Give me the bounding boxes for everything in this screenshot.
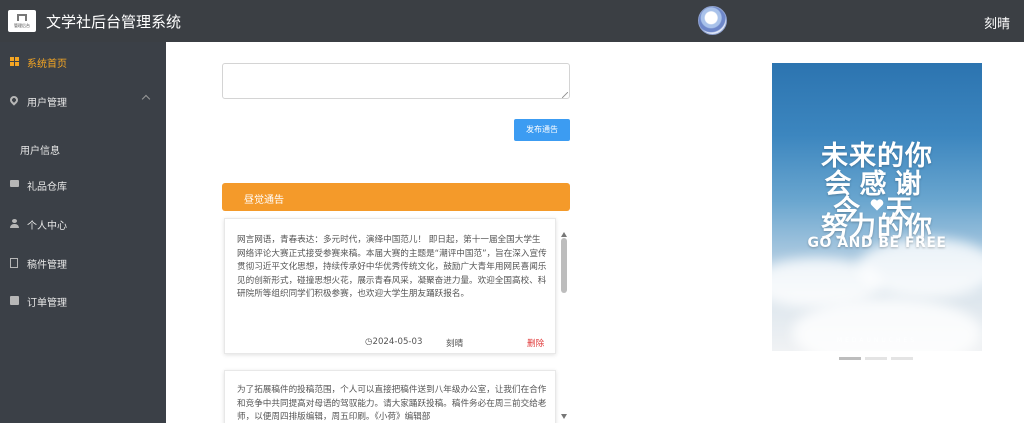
box-icon [10,180,19,187]
sidebar-item-user-management[interactable]: 用户管理 [0,86,166,116]
notice-card: 网言网语，青春表达：多元时代，演绎中国范儿！ 即日起，第十一届全国大学生网络评论… [224,218,556,354]
location-pin-icon [8,94,20,106]
sidebar-subitem-user-info[interactable]: 用户信息 [0,130,166,166]
scroll-thumb[interactable] [561,238,567,293]
sidebar-item-label: 稿件管理 [27,260,67,271]
sidebar-item-label: 系统首页 [27,59,67,70]
person-icon [10,219,19,228]
sidebar-item-orders[interactable]: 订单管理 [0,286,166,316]
order-icon [10,296,19,305]
sidebar-item-label: 订单管理 [27,298,67,309]
clock-icon: ◷ [365,337,373,347]
notice-banner: 昼觉通告 [222,183,570,211]
notice-date-value: 2024-05-03 [372,337,423,347]
notice-text: 为了拓展稿件的投稿范围，个人可以直接把稿件送到八年级办公室，让我们在合作和竞争中… [237,385,547,422]
sidebar-item-gift-warehouse[interactable]: 礼品仓库 [0,170,166,200]
sidebar-item-label: 个人中心 [27,221,67,232]
notice-banner-title: 昼觉通告 [244,195,284,206]
publish-button[interactable]: 发布通告 [514,119,570,141]
resize-grip-icon[interactable] [562,92,568,98]
notice-scrollbar[interactable] [559,232,569,423]
sidebar: 系统首页 用户管理 用户信息 礼品仓库 个人中心 稿件管理 订单管理 [0,42,166,423]
app-title: 文学社后台管理系统 [46,13,182,31]
carousel-indicators [839,357,919,361]
delete-button[interactable]: 删除 [527,337,544,349]
sidebar-item-label: 用户信息 [20,146,60,157]
logo-mark-icon [17,14,27,21]
grid-icon [10,57,19,66]
poster-watermark: MEDAUNUCHES [836,337,918,344]
sidebar-item-manuscripts[interactable]: 稿件管理 [0,248,166,278]
carousel-dot[interactable] [891,357,913,360]
notice-author: 刻晴 [446,339,464,349]
logo-text: 管理后台 [14,23,30,28]
sidebar-item-home[interactable]: 系统首页 [0,47,166,77]
app-root: 管理后台 文学社后台管理系统 刻晴 系统首页 用户管理 用户信息 礼品仓库 个人… [0,0,1024,423]
top-bar: 管理后台 文学社后台管理系统 刻晴 [0,0,1024,42]
user-name[interactable]: 刻晴 [984,13,1010,32]
carousel-poster[interactable]: 未来的你 会感谢 今 天 努力的你 GO AND BE FREE MEDAUNU… [772,63,982,351]
logo: 管理后台 [8,10,36,32]
chevron-up-icon [141,94,151,104]
document-icon [10,258,18,268]
avatar[interactable] [698,6,727,35]
sidebar-item-label: 用户管理 [27,98,67,109]
notice-card: 为了拓展稿件的投稿范围，个人可以直接把稿件送到八年级办公室，让我们在合作和竞争中… [224,370,556,423]
carousel-dot[interactable] [865,357,887,360]
announcement-input[interactable] [222,63,570,99]
notice-date: ◷2024-05-03 [365,337,422,347]
sidebar-item-personal-center[interactable]: 个人中心 [0,209,166,239]
sidebar-item-label: 礼品仓库 [27,182,67,193]
scroll-down-arrow-icon[interactable] [561,414,567,419]
notice-text: 网言网语，青春表达：多元时代，演绎中国范儿！ 即日起，第十一届全国大学生网络评论… [237,235,547,299]
scroll-up-arrow-icon[interactable] [561,232,567,237]
poster-line-5: GO AND BE FREE [807,235,947,251]
carousel-dot[interactable] [839,357,861,360]
